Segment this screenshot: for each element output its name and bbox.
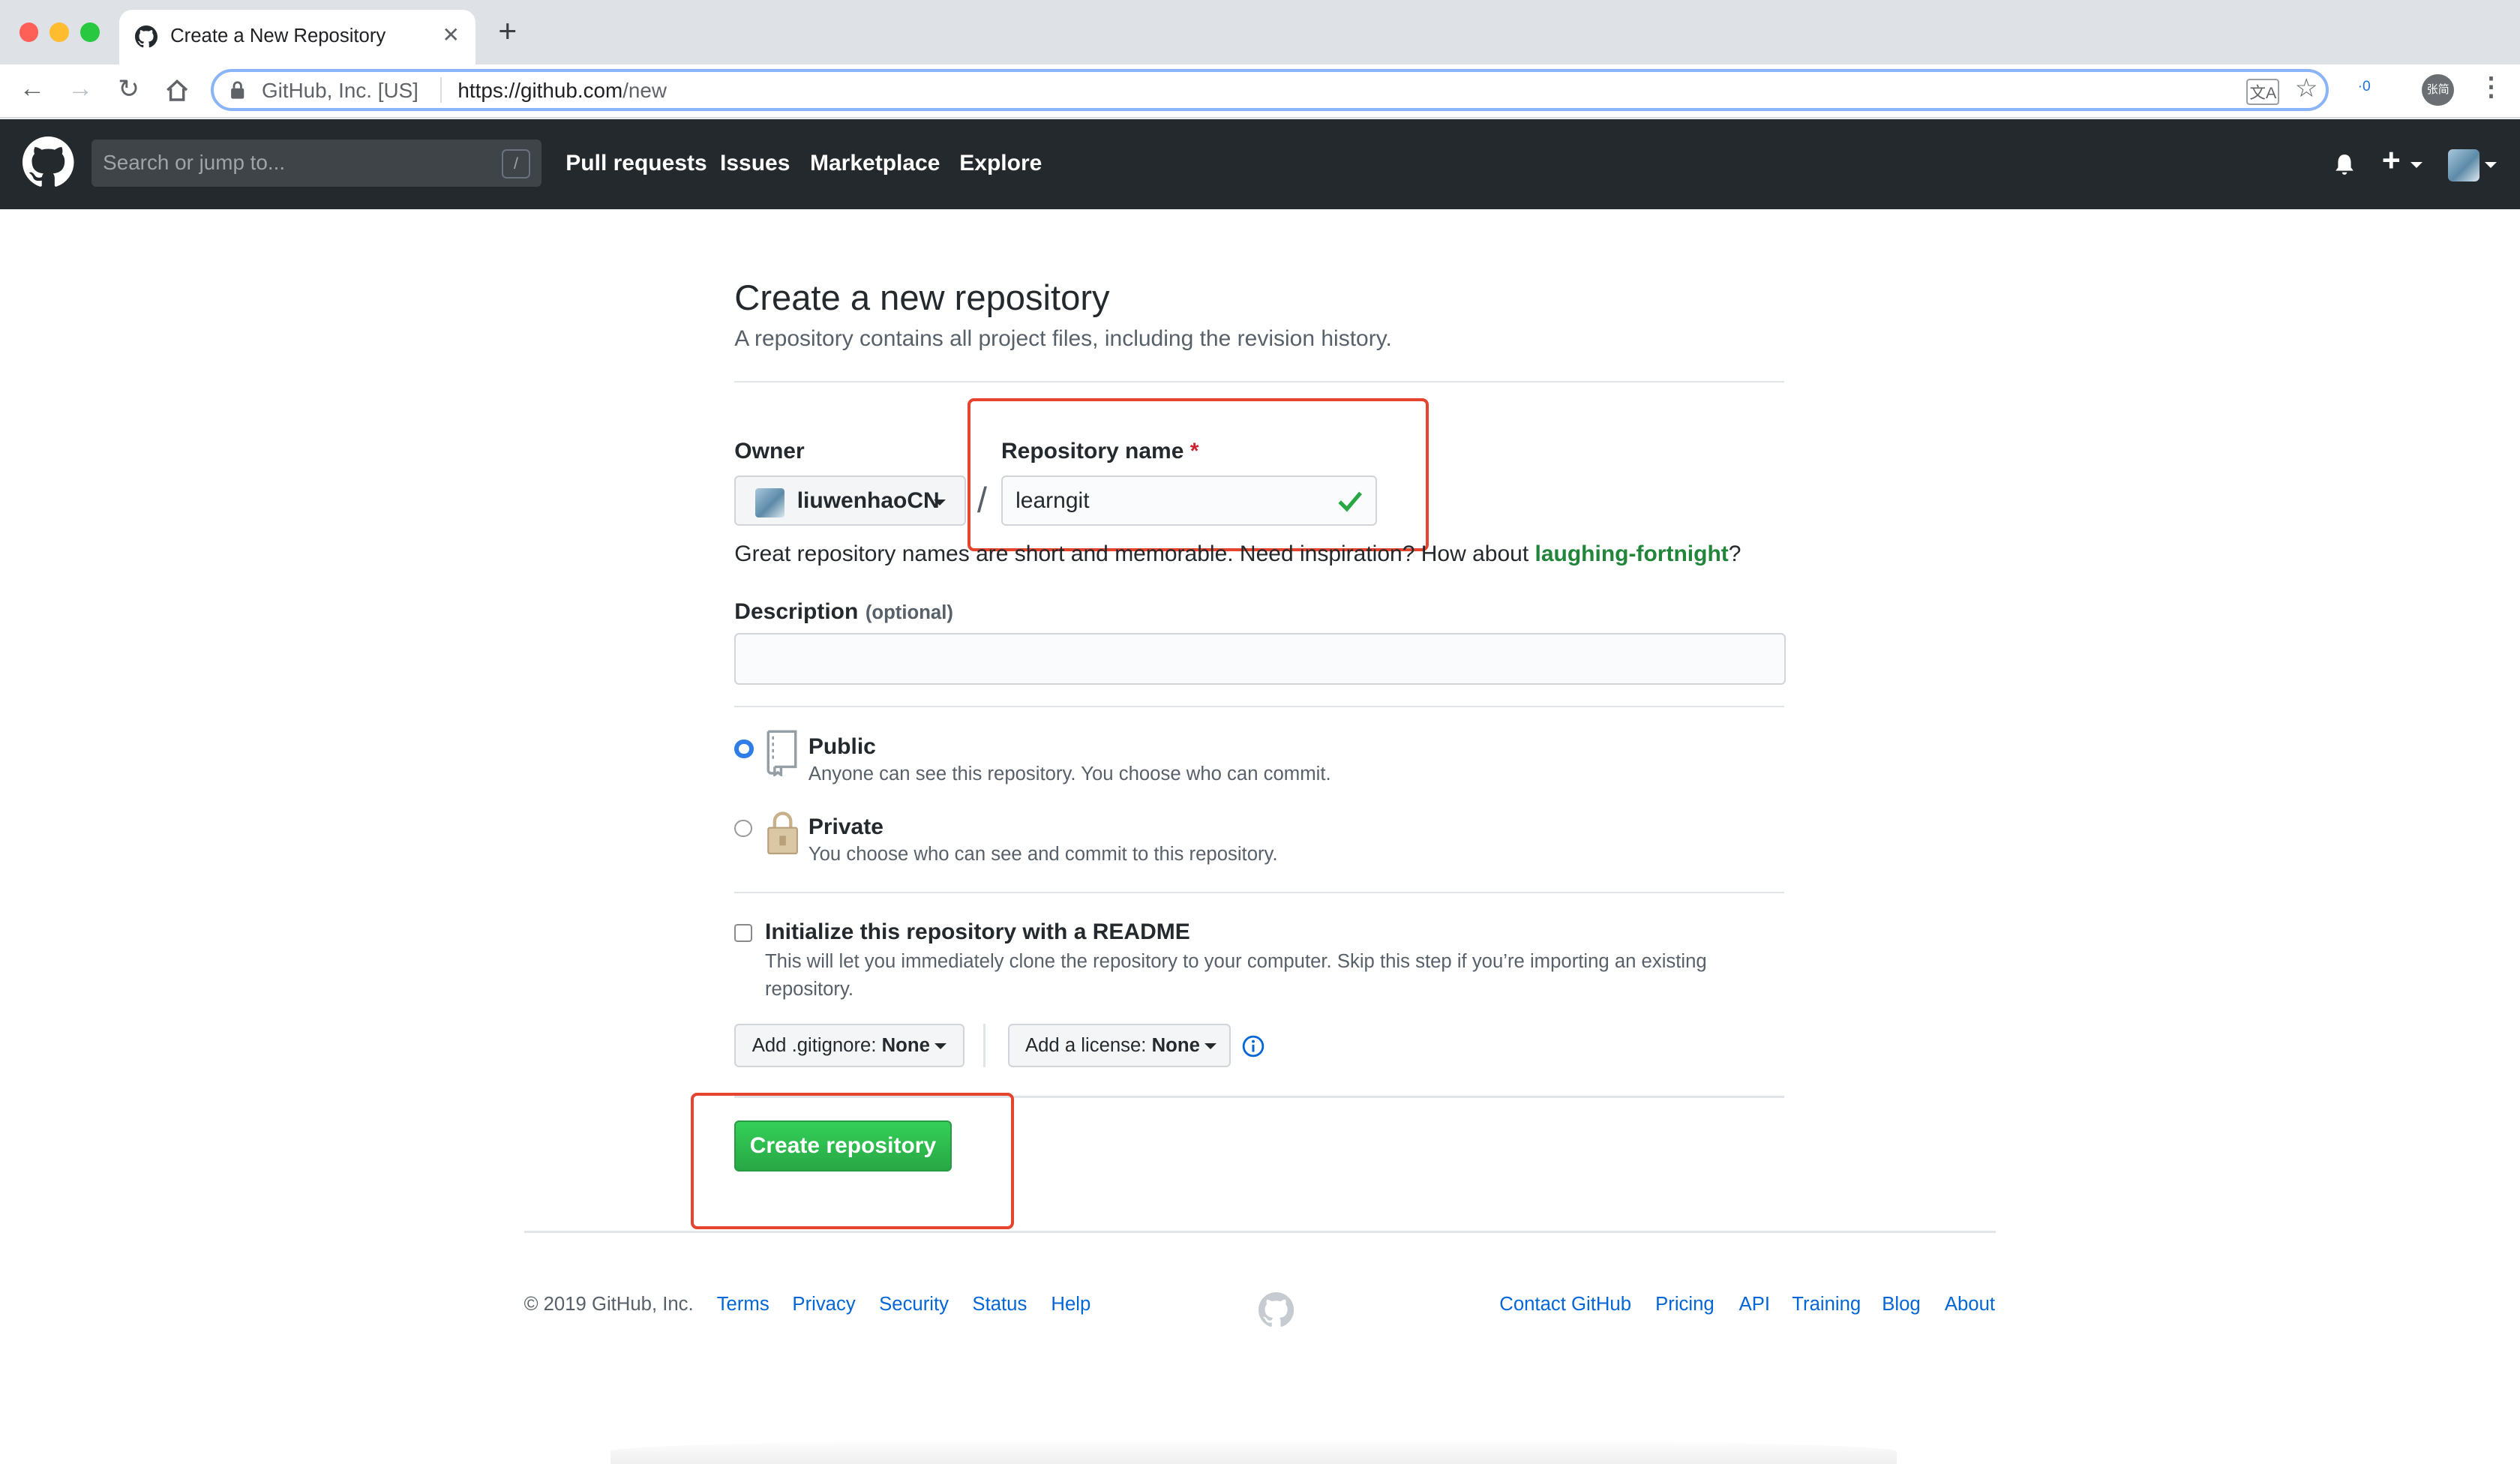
user-avatar[interactable] [2447,149,2480,182]
bookmark-star-icon[interactable]: ☆ [2295,74,2318,104]
url-divider [440,76,442,103]
footer-divider [524,1231,1996,1233]
footer-link-api[interactable]: API [1739,1294,1770,1316]
site-identity: GitHub, Inc. [US] [261,78,418,102]
footer-copyright: © 2019 GitHub, Inc. [524,1294,694,1315]
address-bar[interactable]: GitHub, Inc. [US] https://github.com/new… [210,69,2329,111]
close-window-button[interactable] [19,22,39,42]
footer-link-blog[interactable]: Blog [1882,1294,1920,1316]
search-shortcut-key: / [501,149,531,178]
public-radio[interactable] [734,739,754,759]
bottom-shadow [610,1438,1897,1464]
name-suggestion-link[interactable]: laughing-fortnight [1535,542,1729,566]
gitignore-value: None [881,1034,930,1056]
license-select-text: Add a license: None [1024,1034,1217,1057]
license-caret-icon [1204,1043,1217,1049]
page-title: Create a new repository [734,277,1110,317]
license-select[interactable]: Add a license: None [1007,1024,1232,1067]
lock-icon [231,81,244,99]
readme-label[interactable]: Initialize this repository with a README [765,920,1190,945]
browser-tab[interactable]: Create a New Repository ✕ [118,9,476,64]
forward-arrow-icon[interactable]: → [64,74,97,104]
footer-github-logo-icon[interactable] [1258,1292,1294,1328]
translate-icon[interactable]: 文A [2246,78,2280,105]
repo-name-highlight-box [968,398,1429,551]
divider [734,380,1784,382]
owner-avatar [754,488,784,518]
readme-checkbox[interactable] [734,924,752,942]
nav-marketplace[interactable]: Marketplace [810,151,940,176]
license-prefix: Add a license: [1024,1034,1147,1056]
create-new-plus-icon[interactable]: + [2382,144,2401,177]
footer-link-about[interactable]: About [1945,1294,1995,1316]
nav-pull-requests[interactable]: Pull requests [566,151,706,176]
create-button-highlight-box [691,1093,1015,1230]
notifications-bell-icon[interactable] [2333,153,2356,177]
home-icon[interactable] [164,77,190,103]
url-domain: https://github.com [458,78,623,102]
gitignore-select-text: Add .gitignore: None [752,1035,947,1057]
public-label[interactable]: Public [808,734,876,760]
github-logo-icon[interactable] [22,136,74,188]
tab-title: Create a New Repository [170,26,386,47]
nav-issues[interactable]: Issues [720,151,790,176]
license-value: None [1151,1034,1200,1056]
nav-explore[interactable]: Explore [959,151,1042,176]
repo-name-hint: Great repository names are short and mem… [734,542,1741,567]
avatar-dropdown-caret-icon[interactable] [2484,162,2497,168]
gitignore-prefix: Add .gitignore: [752,1034,877,1056]
private-label[interactable]: Private [808,814,884,840]
footer-link-privacy[interactable]: Privacy [792,1294,855,1316]
info-icon[interactable] [1242,1035,1264,1058]
maximize-window-button[interactable] [80,22,100,42]
description-label-text: Description [734,599,859,624]
profile-avatar[interactable]: 张简 [2422,74,2455,106]
owner-select[interactable]: liuwenhaoCN [734,476,966,526]
gitignore-caret-icon [934,1043,947,1049]
description-input[interactable] [734,633,1786,685]
footer-link-security[interactable]: Security [879,1294,949,1316]
footer-link-terms[interactable]: Terms [717,1294,770,1316]
private-lock-icon [767,812,798,854]
footer-link-status[interactable]: Status [972,1294,1027,1316]
public-repo-icon [766,730,797,776]
url-text[interactable]: https://github.com/new [458,79,667,103]
browser-menu-icon[interactable]: ⋮ [2478,72,2504,102]
gitignore-select[interactable]: Add .gitignore: None [734,1024,964,1067]
extension-icon[interactable]: ·0 [2358,79,2371,95]
hint-end: ? [1728,542,1742,567]
footer-link-contact[interactable]: Contact GitHub [1499,1294,1631,1316]
private-radio[interactable] [734,819,752,838]
divider [734,705,1784,707]
owner-value: liuwenhaoCN [796,488,940,514]
description-optional: (optional) [865,602,953,623]
select-divider [983,1024,986,1067]
footer-link-help[interactable]: Help [1051,1294,1090,1316]
public-description: Anyone can see this repository. You choo… [808,763,1331,784]
private-description: You choose who can see and commit to thi… [808,844,1278,865]
readme-description: This will let you immediately clone the … [764,951,1707,1000]
search-placeholder: Search or jump to... [103,151,286,175]
new-tab-button[interactable]: + [498,16,517,48]
github-favicon-icon [134,26,158,48]
search-input[interactable]: Search or jump to... / [92,140,542,187]
page-subtitle: A repository contains all project files,… [734,326,1392,351]
browser-tab-strip: Create a New Repository ✕ + [0,0,2520,64]
hint-text: Great repository names are short and mem… [734,542,1529,567]
url-path: /new [622,78,668,102]
browser-toolbar: ← → ↻ GitHub, Inc. [US] https://github.c… [0,64,2520,119]
divider [734,892,1784,894]
footer-link-pricing[interactable]: Pricing [1655,1294,1714,1316]
minimize-window-button[interactable] [50,22,70,42]
footer-link-training[interactable]: Training [1792,1294,1861,1316]
description-label: Description (optional) [734,596,953,626]
plus-dropdown-caret-icon[interactable] [2410,162,2423,168]
back-arrow-icon[interactable]: ← [16,74,48,104]
owner-caret-icon [933,500,946,506]
reload-icon[interactable]: ↻ [112,74,145,104]
owner-label: Owner [734,439,805,464]
tab-close-icon[interactable]: ✕ [442,22,460,47]
github-header: Search or jump to... / Pull requests Iss… [0,118,2520,209]
